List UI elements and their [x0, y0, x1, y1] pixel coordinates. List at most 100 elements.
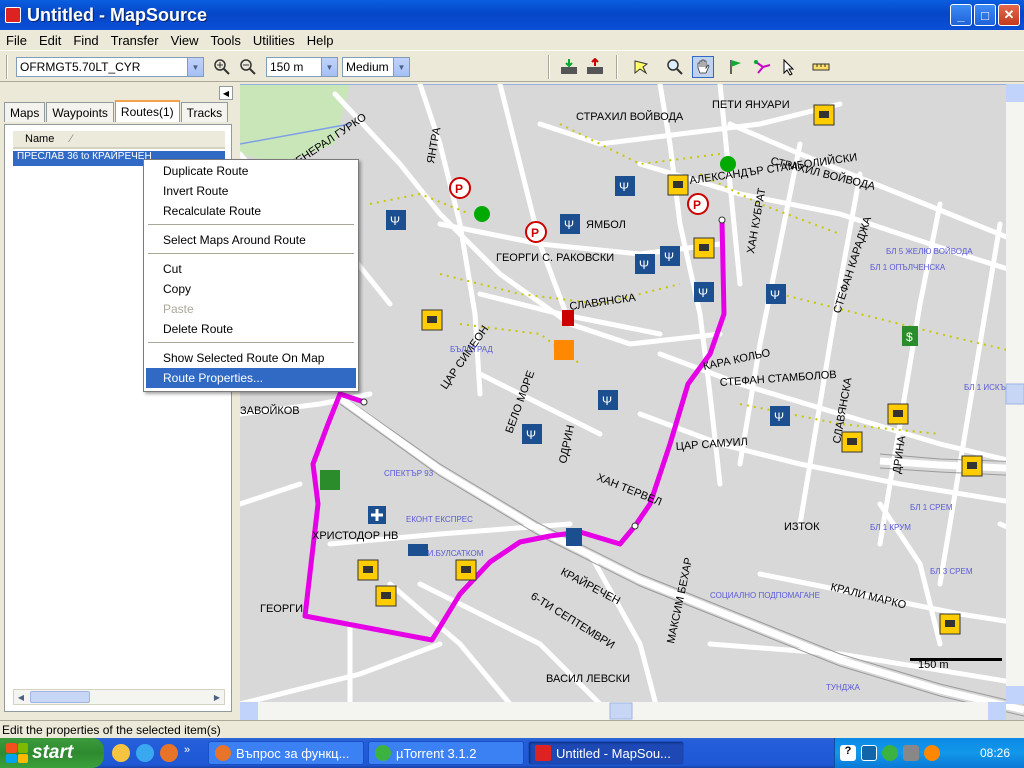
chevron-down-icon[interactable]: ▼	[321, 58, 337, 76]
restaurant-icon: Ψ	[560, 214, 580, 234]
map-product-select[interactable]: OFRMGT5.70LT_CYR ▼	[16, 57, 204, 77]
scroll-right-icon[interactable]: ▶	[210, 690, 224, 704]
tab-tracks[interactable]: Tracks	[180, 102, 229, 122]
taskbar-item-label: Untitled - MapSou...	[556, 745, 671, 761]
svg-text:Ψ: Ψ	[526, 428, 536, 442]
horizontal-scrollbar[interactable]: ◀ ▶	[13, 689, 225, 705]
help-icon[interactable]: ?	[840, 745, 856, 761]
scroll-right-icon	[988, 702, 1006, 720]
send-to-device-icon[interactable]	[584, 56, 606, 78]
firefox-icon[interactable]	[160, 744, 178, 762]
minimize-button[interactable]: _	[950, 4, 972, 26]
street-label: ХРИСТОДОР НВ	[312, 530, 398, 542]
map-vertical-scrollbar[interactable]	[1005, 84, 1024, 704]
menu-file[interactable]: File	[0, 33, 33, 48]
menu-item-show-selected-route-on-map[interactable]: Show Selected Route On Map	[146, 348, 356, 368]
window-title: Untitled - MapSource	[27, 4, 208, 25]
zoom-level-value: 150 m	[270, 60, 304, 74]
quick-launch-app-icon[interactable]	[112, 744, 130, 762]
detail-value: Medium	[346, 60, 389, 74]
menu-transfer[interactable]: Transfer	[105, 33, 165, 48]
menu-separator	[148, 342, 354, 343]
quick-launch-more-icon[interactable]: »	[184, 744, 190, 762]
tab-maps[interactable]: Maps	[4, 102, 46, 122]
poi-label: БЛ 5 ЖЕЛЮ ВОЙВОДА	[886, 247, 973, 256]
poi-label: БЛ 1 ИСКЪР	[964, 383, 1011, 392]
menu-find[interactable]: Find	[67, 33, 104, 48]
route-via-point[interactable]	[631, 522, 639, 530]
scrollbar-thumb[interactable]	[30, 691, 90, 703]
parking-icon: P	[449, 177, 471, 199]
tab-waypoints[interactable]: Waypoints	[46, 102, 114, 122]
menu-edit[interactable]: Edit	[33, 33, 67, 48]
close-button[interactable]: ✕	[998, 4, 1020, 26]
menu-help[interactable]: Help	[301, 33, 340, 48]
menu-item-duplicate-route[interactable]: Duplicate Route	[146, 161, 356, 181]
menu-item-invert-route[interactable]: Invert Route	[146, 181, 356, 201]
scroll-left-icon[interactable]: ◀	[14, 690, 28, 704]
maximize-button[interactable]: □	[974, 4, 996, 26]
receive-from-device-icon[interactable]	[558, 56, 580, 78]
svg-text:P: P	[693, 198, 701, 212]
taskbar-item-firefox[interactable]: Въпрос за функц...	[208, 741, 364, 765]
map-horizontal-scrollbar[interactable]	[240, 702, 1006, 720]
utorrent-icon[interactable]	[882, 745, 898, 761]
menu-item-route-properties[interactable]: Route Properties...	[146, 368, 356, 388]
selection-tool-icon[interactable]	[630, 56, 652, 78]
parking-icon: P	[687, 193, 709, 215]
bank-icon: $	[902, 326, 918, 346]
column-header-name[interactable]: Name	[13, 133, 54, 145]
map-product-value: OFRMGT5.70LT_CYR	[20, 60, 141, 74]
zoom-in-icon[interactable]	[211, 56, 233, 78]
start-label: start	[32, 742, 74, 763]
restaurant-icon: Ψ	[770, 406, 790, 426]
mapsource-app-icon	[535, 745, 551, 761]
svg-text:$: $	[906, 330, 913, 344]
menu-utilities[interactable]: Utilities	[247, 33, 301, 48]
sort-arrow-icon: ⁄	[70, 133, 73, 145]
menu-tools[interactable]: Tools	[205, 33, 247, 48]
start-button[interactable]: start	[0, 738, 104, 768]
menu-view[interactable]: View	[165, 33, 205, 48]
street-label: ГЕОРГИ	[260, 603, 303, 615]
menu-item-copy[interactable]: Copy	[146, 279, 356, 299]
antivirus-icon[interactable]	[924, 745, 940, 761]
scroll-up-icon	[1006, 84, 1024, 102]
list-header[interactable]: Name ⁄	[13, 131, 225, 149]
chevron-down-icon[interactable]: ▼	[187, 58, 203, 76]
route-start-point[interactable]	[718, 216, 726, 224]
menu-item-select-maps-around-route[interactable]: Select Maps Around Route	[146, 230, 356, 250]
bus-vehicle-icon	[566, 528, 582, 546]
zoom-out-icon[interactable]	[237, 56, 259, 78]
svg-text:Ψ: Ψ	[602, 394, 612, 408]
quick-launch-refresh-icon[interactable]	[136, 744, 154, 762]
menu-item-recalculate-route[interactable]: Recalculate Route	[146, 201, 356, 221]
mapsource-app-icon[interactable]	[5, 7, 21, 23]
restaurant-icon: Ψ	[694, 282, 714, 302]
street-label: ЯМБОЛ	[586, 219, 626, 231]
menu-item-delete-route[interactable]: Delete Route	[146, 319, 356, 339]
toolbar-separator	[616, 55, 618, 79]
hand-pan-tool-icon[interactable]	[692, 56, 714, 78]
taskbar-item-utorrent[interactable]: µTorrent 3.1.2	[368, 741, 524, 765]
zoom-tool-icon[interactable]	[664, 56, 686, 78]
taskbar-item-mapsource[interactable]: Untitled - MapSou...	[528, 741, 684, 765]
scroll-down-icon	[1006, 686, 1024, 704]
menu-item-cut[interactable]: Cut	[146, 259, 356, 279]
collapse-pane-icon[interactable]: ◀	[219, 86, 233, 100]
bus-vehicle-icon	[408, 544, 428, 556]
network-icon[interactable]	[861, 745, 877, 761]
chevron-down-icon[interactable]: ▼	[393, 58, 409, 76]
waypoint-tool-icon[interactable]	[724, 56, 746, 78]
route-tool-icon[interactable]	[752, 56, 774, 78]
measure-tool-icon[interactable]	[810, 56, 832, 78]
zoom-level-select[interactable]: 150 m ▼	[266, 57, 338, 77]
detail-select[interactable]: Medium ▼	[342, 57, 410, 77]
svg-text:Ψ: Ψ	[639, 258, 649, 272]
volume-icon[interactable]	[903, 745, 919, 761]
tab-routes[interactable]: Routes(1)	[114, 100, 180, 122]
route-end-point[interactable]	[360, 398, 368, 406]
landmark-icon	[562, 310, 574, 326]
pointer-tool-icon[interactable]	[778, 56, 800, 78]
toolbar-separator	[548, 55, 550, 79]
